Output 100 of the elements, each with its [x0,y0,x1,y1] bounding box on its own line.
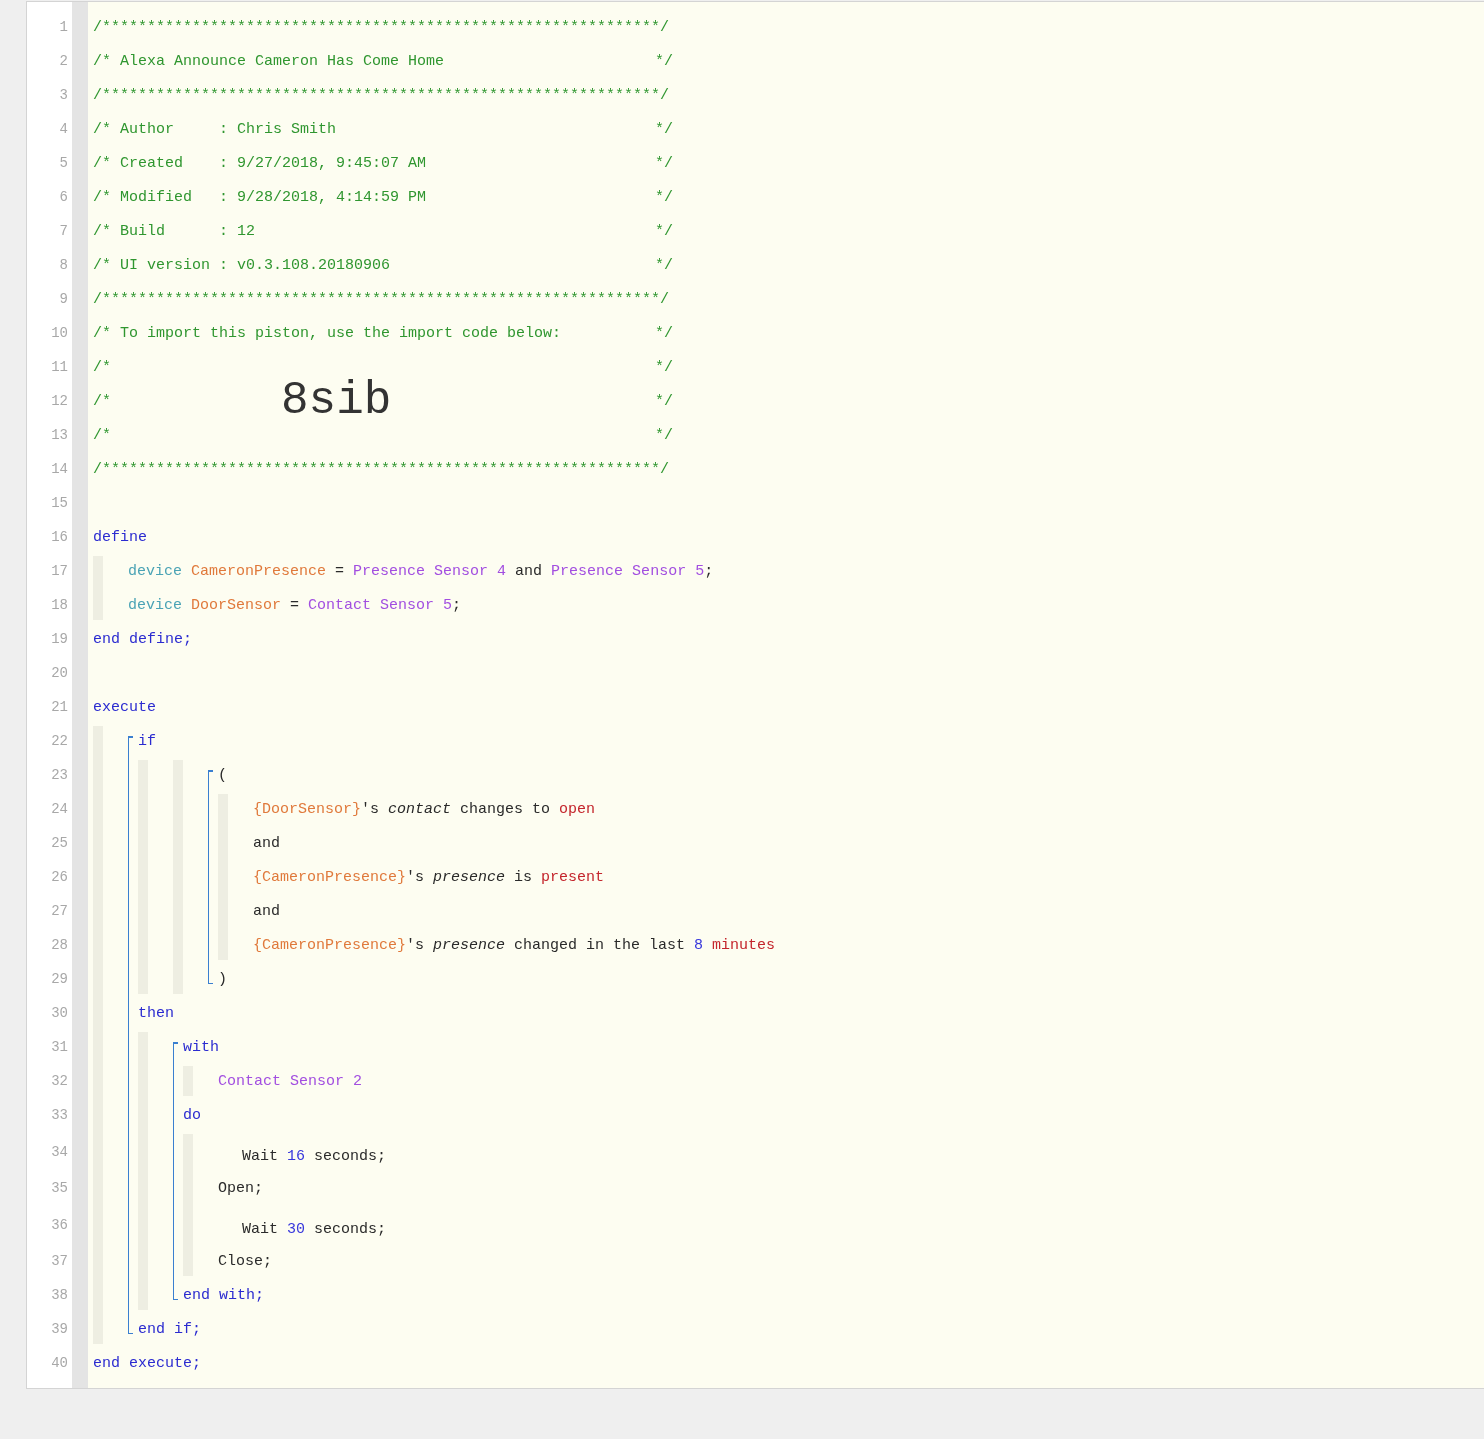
comment-text: /* [93,426,111,444]
comment-text: /* Created : 9/27/2018, 9:45:07 AM [93,154,427,172]
line-number: 40 [50,1354,68,1373]
code-text: ( [218,766,227,784]
line-number: 30 [50,1004,68,1023]
line-number: 32 [50,1072,68,1091]
attribute-name: presence [433,936,507,954]
line-number: 26 [50,868,68,887]
keyword: device [128,596,183,614]
variable-name: DoorSensor [191,596,283,614]
comment-text: /* [93,358,111,376]
comment-text: */ [655,52,673,70]
comment-text: */ [654,392,673,410]
code-text: and [253,834,280,852]
code-text: seconds; [314,1148,387,1165]
line-number: 12 [50,392,68,411]
comment-text: */ [655,324,673,342]
comment-text: /* To import this piston, use the import code below: [93,324,562,342]
attribute-name: contact [388,800,453,818]
attribute-name: presence [433,868,507,886]
code-text: is [514,868,534,886]
line-number: 14 [50,460,68,479]
line-number: 20 [50,664,68,683]
code-text: changed in the last [514,936,687,954]
line-number: 35 [50,1179,68,1198]
line-number: 39 [50,1320,68,1339]
device-name: Presence Sensor 4 [353,562,508,580]
variable-name: {CameronPresence} [253,868,407,886]
line-number: 7 [58,222,68,241]
line-number: 27 [50,902,68,921]
line-number: 33 [50,1106,68,1125]
line-number: 19 [50,630,68,649]
line-number: 18 [50,596,68,615]
comment-text: /**************************************************************/ [93,290,670,308]
code-text: 's [406,936,426,954]
comment-text: /* Modified : 9/28/2018, 4:14:59 PM [93,188,427,206]
code-text: ) [218,970,227,988]
value-text: minutes [712,936,776,954]
comment-text: */ [655,426,673,444]
line-number: 25 [50,834,68,853]
line-number: 17 [50,562,68,581]
line-number: 21 [50,698,68,717]
code-text: Close; [218,1252,272,1270]
device-name: Contact Sensor 5 [308,596,453,614]
line-number: 9 [58,290,68,309]
keyword: end with; [183,1286,264,1304]
code-text: Wait [242,1148,279,1165]
keyword: end if; [138,1320,201,1338]
device-name: Presence Sensor 5 [551,562,705,580]
comment-text: /* UI version : v0.3.108.20180906 [93,256,391,274]
line-number: 29 [50,970,68,989]
variable-name: {CameronPresence} [253,936,407,954]
number-literal: 16 [287,1148,307,1165]
comment-text: /* Alexa Announce Cameron Has Come Home [93,52,445,70]
line-number: 31 [50,1038,68,1057]
import-code: 8sib [281,378,392,424]
keyword: execute [93,698,156,716]
comment-text: /**************************************************************/ [93,460,670,478]
line-number: 15 [50,494,68,513]
line-number: 24 [50,800,68,819]
comment-text: /**************************************************************/ [93,18,670,36]
comment-text: */ [655,154,673,172]
comment-text: */ [655,358,673,376]
keyword: if [138,732,156,750]
line-number: 36 [50,1215,68,1235]
number-literal: 30 [287,1221,307,1238]
line-number: 2 [58,52,68,71]
comment-text: /* [93,392,111,410]
comment-text: */ [655,222,673,240]
line-number: 37 [50,1252,68,1271]
code-text: and [253,902,280,920]
comment-text: */ [655,256,673,274]
line-number: 8 [58,256,68,275]
comment-text: /* Build : 12 [93,222,256,240]
keyword: device [128,562,183,580]
code-text: = [290,596,301,614]
line-number: 5 [58,154,68,173]
comment-text: /**************************************************************/ [93,86,670,104]
line-number: 16 [50,528,68,547]
line-number: 6 [58,188,68,207]
comment-text: /* Author : Chris Smith [93,120,337,138]
line-number: 4 [58,120,68,139]
code-text: = [335,562,346,580]
code-text: seconds; [314,1221,387,1238]
device-name: Contact Sensor 2 [218,1072,363,1090]
keyword: define [93,528,147,546]
comment-text: */ [655,188,673,206]
line-number: 38 [50,1286,68,1305]
code-text: ; [452,596,462,614]
line-number: 34 [50,1142,68,1162]
keyword: with [183,1038,219,1056]
line-number: 28 [50,936,68,955]
code-text: ; [704,562,714,580]
value-text: present [541,868,605,886]
line-number: 1 [58,18,68,37]
code-text: Open; [218,1179,263,1197]
code-text: Wait [242,1221,279,1238]
keyword: end execute; [93,1354,202,1372]
keyword: then [138,1004,174,1022]
code-text: changes to [460,800,552,818]
